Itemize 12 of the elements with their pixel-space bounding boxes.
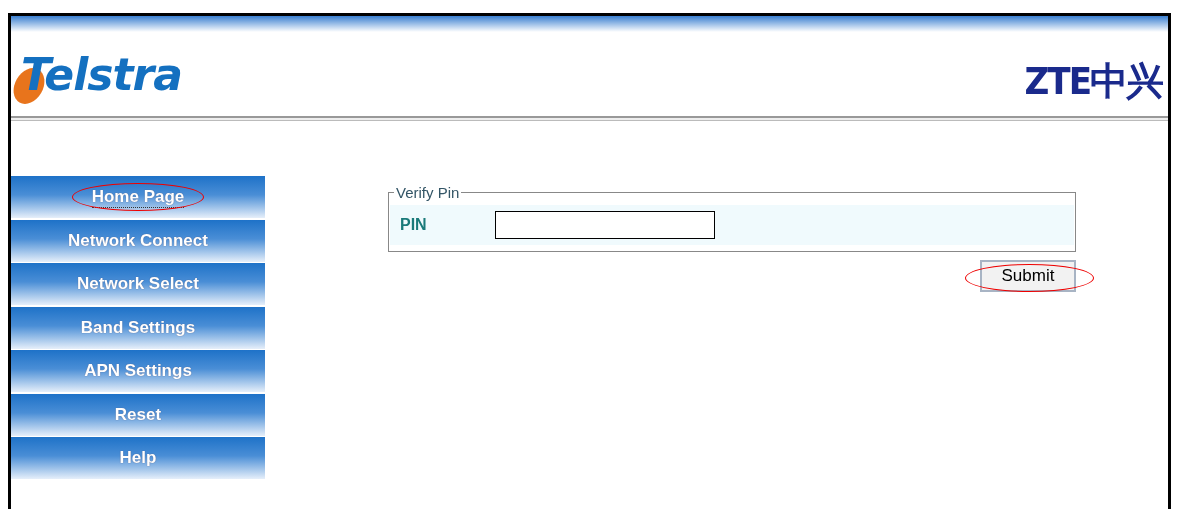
submit-button[interactable]: Submit [980,260,1076,292]
sidebar-item[interactable]: Reset [11,393,265,436]
sidebar-item[interactable]: Band Settings [11,306,265,349]
field-label: PIN [400,216,428,234]
sidebar-item[interactable]: Network Select [11,263,265,305]
sidebar-item[interactable]: APN Settings [11,350,265,392]
pin-field[interactable] [495,211,715,239]
group-title: Verify Pin [395,184,461,201]
sidebar-item[interactable]: Home Page [11,176,265,218]
sidebar-item[interactable]: Help [11,437,265,479]
sidebar-item[interactable]: Network Connect [11,219,265,262]
vendor-logo: ZTE中兴 [1024,57,1162,105]
